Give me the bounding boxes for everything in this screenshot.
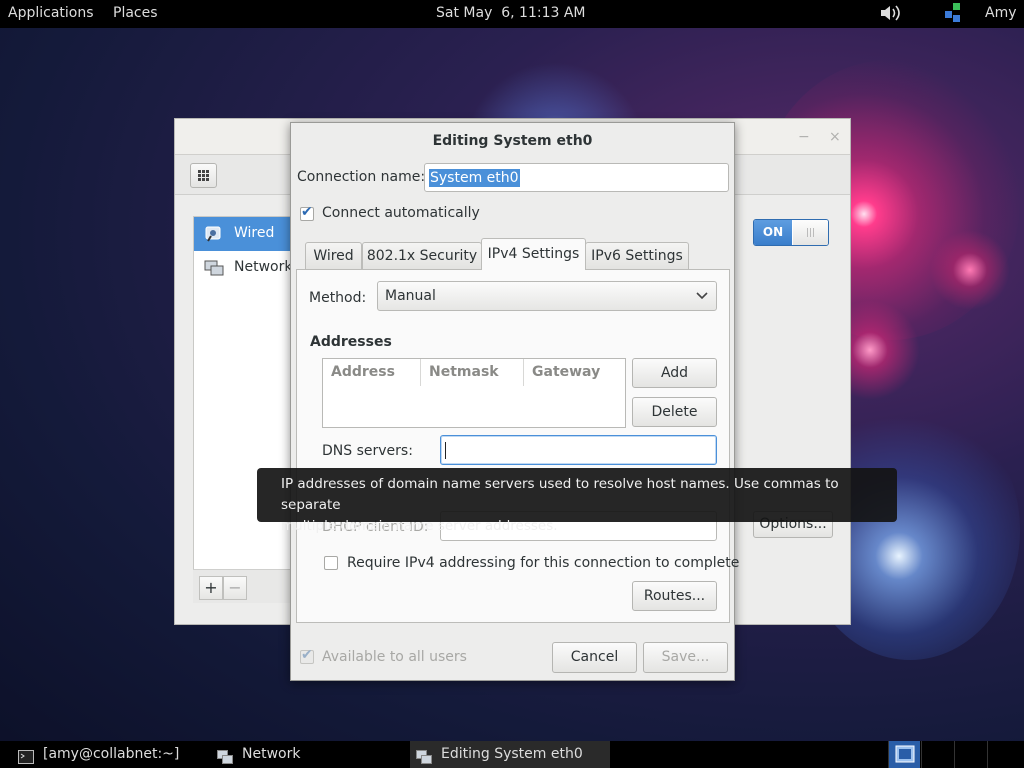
volume-icon[interactable]: [879, 3, 903, 23]
device-label: Wired: [234, 225, 275, 241]
task-terminal[interactable]: [amy@collabnet:~]: [12, 741, 212, 768]
device-list: Wired Network: [193, 216, 293, 602]
text-caret: [445, 442, 446, 459]
workspace-3[interactable]: [954, 741, 986, 768]
switch-knob: [793, 220, 828, 245]
network-window-icon: [217, 747, 233, 764]
column-header-gateway[interactable]: Gateway: [524, 359, 625, 386]
tooltip-line: IP addresses of domain name servers used…: [281, 476, 839, 513]
dns-servers-label: DNS servers:: [322, 443, 413, 459]
task-network[interactable]: Network: [211, 741, 409, 768]
save-button[interactable]: Save...: [643, 642, 728, 673]
device-label: Network: [234, 259, 293, 275]
dns-servers-input[interactable]: [440, 435, 717, 465]
method-value: Manual: [385, 288, 436, 304]
clock[interactable]: Sat May 6, 11:13 AM: [436, 5, 586, 21]
addresses-table[interactable]: Address Netmask Gateway: [322, 358, 626, 428]
grid-icon: [198, 170, 209, 181]
device-list-toolbar: + −: [193, 569, 293, 603]
task-label: [amy@collabnet:~]: [43, 746, 180, 762]
workspace-1[interactable]: [888, 741, 920, 768]
tab-ipv4-settings[interactable]: IPv4 Settings: [481, 238, 586, 270]
connection-name-input[interactable]: System eth0: [424, 163, 729, 192]
tab-ipv6-settings[interactable]: IPv6 Settings: [585, 242, 689, 270]
column-header-netmask[interactable]: Netmask: [421, 359, 524, 386]
add-device-button[interactable]: +: [199, 576, 223, 600]
check-icon: ✔: [301, 647, 313, 663]
connect-automatically-checkbox[interactable]: ✔: [300, 204, 314, 221]
cancel-button[interactable]: Cancel: [552, 642, 637, 673]
connection-name-label: Connection name:: [297, 169, 426, 185]
places-menu[interactable]: Places: [113, 5, 158, 21]
close-icon[interactable]: ×: [829, 129, 841, 145]
delete-address-button[interactable]: Delete: [632, 397, 717, 427]
tab-8021x-security[interactable]: 802.1x Security: [362, 242, 482, 270]
method-select[interactable]: Manual: [377, 281, 717, 311]
task-label: Editing System eth0: [441, 746, 583, 762]
workspace-4[interactable]: [987, 741, 1024, 768]
method-label: Method:: [309, 290, 367, 306]
require-ipv4-checkbox[interactable]: [324, 556, 338, 570]
minimize-icon[interactable]: −: [798, 129, 810, 145]
switch-on-label: ON: [754, 220, 792, 245]
top-panel: Applications Places Sat May 6, 11:13 AM …: [0, 0, 1024, 28]
available-to-all-users-checkbox[interactable]: ✔: [300, 647, 314, 664]
connect-automatically-label: Connect automatically: [322, 205, 480, 221]
ipv4-settings-panel: Method: Manual Addresses Address Netmask…: [296, 269, 739, 623]
tab-wired[interactable]: Wired: [305, 242, 362, 270]
applications-menu[interactable]: Applications: [8, 5, 94, 21]
user-menu[interactable]: Amy: [985, 5, 1017, 21]
wired-on-switch[interactable]: ON: [753, 219, 829, 246]
device-item-network-proxy[interactable]: Network: [194, 251, 292, 285]
chevron-down-icon: [696, 287, 708, 307]
task-editing-system-eth0[interactable]: Editing System eth0: [410, 741, 610, 768]
edit-connection-dialog: Editing System eth0 Connection name: Sys…: [290, 122, 739, 681]
network-proxy-icon: [204, 259, 224, 277]
remove-device-button[interactable]: −: [223, 576, 247, 600]
all-settings-button[interactable]: [190, 163, 217, 188]
check-icon: ✔: [301, 204, 313, 220]
tooltip-line: multiple domain name server addresses.: [281, 518, 558, 534]
wired-ethernet-icon: [204, 225, 224, 243]
routes-button[interactable]: Routes...: [632, 581, 717, 611]
task-label: Network: [242, 746, 301, 762]
connection-name-value: System eth0: [429, 169, 520, 187]
terminal-icon: [18, 747, 34, 764]
network-status-icon[interactable]: [941, 2, 965, 24]
dialog-title: Editing System eth0: [432, 133, 593, 149]
column-header-address[interactable]: Address: [323, 359, 421, 386]
device-item-wired[interactable]: Wired: [194, 217, 292, 251]
addresses-heading: Addresses: [310, 334, 392, 350]
available-to-all-users-label: Available to all users: [322, 649, 467, 665]
require-ipv4-label: Require IPv4 addressing for this connect…: [347, 555, 740, 571]
network-window-icon: [416, 747, 432, 764]
add-address-button[interactable]: Add: [632, 358, 717, 388]
dns-servers-tooltip: IP addresses of domain name servers used…: [257, 468, 897, 534]
bottom-panel: [amy@collabnet:~] Network Editing System…: [0, 741, 1024, 768]
wallpaper-firework: [930, 230, 1010, 310]
workspace-2[interactable]: [921, 741, 953, 768]
